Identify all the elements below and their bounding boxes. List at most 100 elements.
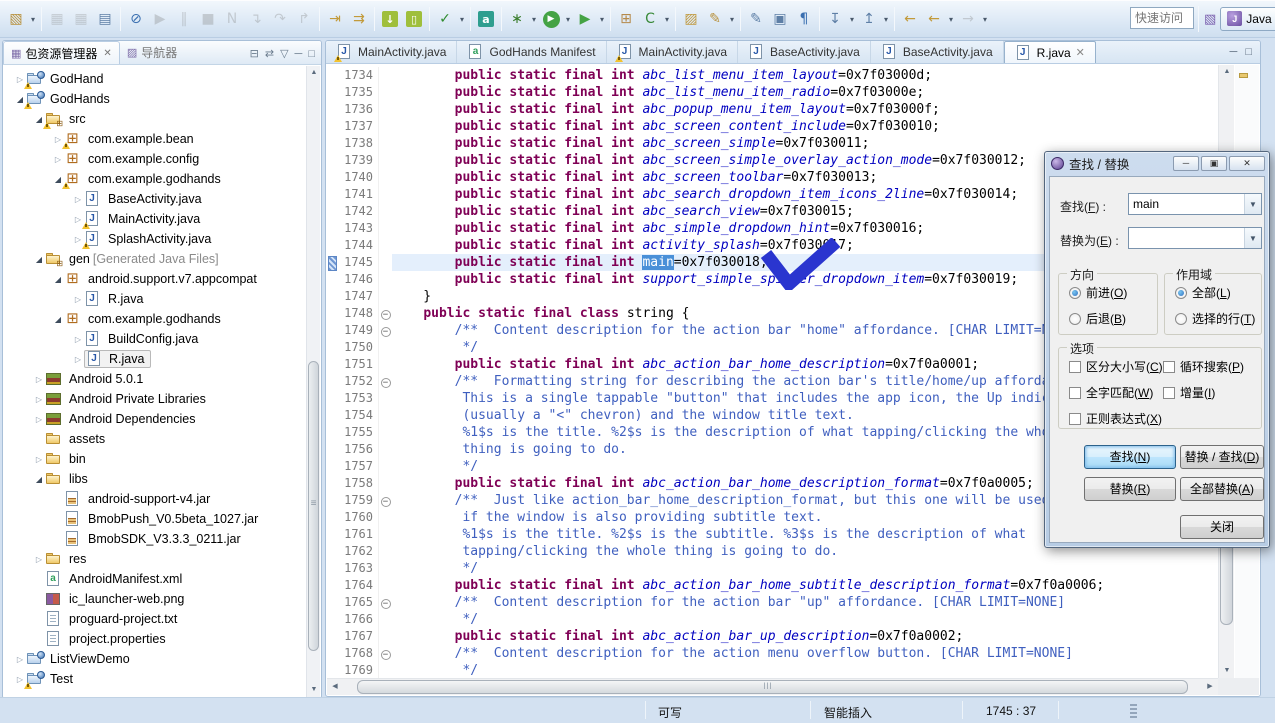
editor-tab-baseactivity-java[interactable]: JBaseActivity.java <box>871 41 1004 63</box>
debug-button[interactable]: ∗ <box>505 7 529 31</box>
use-step-filters-button[interactable]: ⇉ <box>347 7 371 31</box>
code-line-1768[interactable]: 1768− /** Content description for the ac… <box>327 645 1218 662</box>
marker-bar[interactable] <box>327 594 337 611</box>
marker-bar[interactable] <box>327 169 337 186</box>
replace-find-button[interactable]: 替换 / 查找(D) <box>1180 445 1264 469</box>
tree-item-ic-launcher-web-png[interactable]: ic_launcher-web.png <box>4 589 306 609</box>
new-class-button[interactable]: C <box>638 7 662 31</box>
expander-closed-icon[interactable]: ▷ <box>72 295 84 304</box>
debug-dropdown-icon[interactable]: ▾ <box>529 15 539 24</box>
expander-open-icon[interactable]: ◢ <box>52 315 64 324</box>
marker-bar[interactable] <box>327 322 337 339</box>
tree-item-android-5-0-1[interactable]: ▷Android 5.0.1 <box>4 369 306 389</box>
marker-bar[interactable] <box>327 254 337 271</box>
option-checkbox-0[interactable]: 区分大小写(C) <box>1069 358 1163 375</box>
marker-bar[interactable] <box>327 560 337 577</box>
tree-item-test[interactable]: ▷Test <box>4 669 306 689</box>
new-class-dropdown-icon[interactable]: ▾ <box>662 15 672 24</box>
marker-bar[interactable] <box>327 577 337 594</box>
expander-open-icon[interactable]: ◢ <box>33 255 45 264</box>
expander-closed-icon[interactable]: ▷ <box>14 655 26 664</box>
tree-item-godhand[interactable]: ▷GodHand <box>4 69 306 89</box>
new-java-project-button[interactable]: ⊞ <box>614 7 638 31</box>
fold-collapse-icon[interactable]: − <box>379 645 392 662</box>
expander-closed-icon[interactable]: ▷ <box>33 415 45 424</box>
code-line-1769[interactable]: 1769 */ <box>327 662 1218 678</box>
replace-combobox[interactable]: ▼ <box>1128 227 1262 249</box>
replace-button[interactable]: 替换(R) <box>1084 477 1176 501</box>
marker-bar[interactable] <box>327 526 337 543</box>
marker-bar[interactable] <box>327 492 337 509</box>
marker-bar[interactable] <box>327 390 337 407</box>
expander-closed-icon[interactable]: ▷ <box>33 455 45 464</box>
dialog-restore-button[interactable]: ▣ <box>1201 156 1227 171</box>
link-with-editor-icon[interactable]: ⇄ <box>265 47 274 60</box>
code-line-1763[interactable]: 1763 */ <box>327 560 1218 577</box>
show-whitespace-button[interactable]: ¶ <box>792 7 816 31</box>
code-text[interactable]: public static final int abc_list_menu_it… <box>392 67 1218 84</box>
run-android-lint-dropdown-icon[interactable]: ▾ <box>457 15 467 24</box>
editor-tab-baseactivity-java[interactable]: JBaseActivity.java <box>738 41 871 63</box>
android-sdk-manager-button[interactable]: ↓ <box>378 7 402 31</box>
editor-horizontal-scrollbar[interactable]: ◀ ▶ <box>327 678 1218 695</box>
marker-bar[interactable] <box>327 135 337 152</box>
radio-unchecked-icon[interactable] <box>1069 313 1081 325</box>
previous-annotation-dropdown-icon[interactable]: ▾ <box>881 15 891 24</box>
marker-bar[interactable] <box>327 101 337 118</box>
scope-option-0[interactable]: 全部(L) <box>1175 284 1231 301</box>
mark-occurrences-dropdown-icon[interactable]: ▾ <box>727 15 737 24</box>
marker-bar[interactable] <box>327 152 337 169</box>
close-button[interactable]: 关闭 <box>1180 515 1264 539</box>
scope-option-1[interactable]: 选择的行(T) <box>1175 310 1255 327</box>
code-line-1765[interactable]: 1765− /** Content description for the ac… <box>327 594 1218 611</box>
tree-item-buildconfig-java[interactable]: ▷JBuildConfig.java <box>4 329 306 349</box>
code-line-1737[interactable]: 1737 public static final int abc_screen_… <box>327 118 1218 135</box>
marker-bar[interactable] <box>327 441 337 458</box>
marker-bar[interactable] <box>327 356 337 373</box>
new-wizard-button[interactable]: ▧ <box>4 7 28 31</box>
expander-closed-icon[interactable]: ▷ <box>33 375 45 384</box>
scroll-right-icon[interactable]: ▶ <box>1202 679 1218 695</box>
editor-tab-r-java[interactable]: JR.java✕ <box>1004 41 1096 63</box>
option-checkbox-1[interactable]: 循环搜索(P) <box>1163 358 1244 375</box>
code-line-1767[interactable]: 1767 public static final int abc_action_… <box>327 628 1218 645</box>
close-icon[interactable]: ✕ <box>103 48 111 59</box>
option-checkbox-4[interactable]: 正则表达式(X) <box>1069 410 1162 427</box>
code-text[interactable]: */ <box>392 662 1218 678</box>
code-line-1734[interactable]: 1734 public static final int abc_list_me… <box>327 67 1218 84</box>
overview-warning-marker[interactable] <box>1239 73 1248 78</box>
scroll-up-icon[interactable]: ▲ <box>1219 65 1235 79</box>
tree-item-android-private-libraries[interactable]: ▷Android Private Libraries <box>4 389 306 409</box>
forward-button[interactable]: → <box>956 7 980 31</box>
tree-item-r-java[interactable]: ▷JR.java <box>4 349 306 369</box>
scroll-up-icon[interactable]: ▲ <box>307 66 321 80</box>
code-text[interactable]: public static final int abc_popup_menu_i… <box>392 101 1218 118</box>
fold-collapse-icon[interactable]: − <box>379 373 392 390</box>
code-text[interactable]: /** Content description for the action m… <box>392 645 1218 662</box>
forward-dropdown-icon[interactable]: ▾ <box>980 15 990 24</box>
marker-bar[interactable] <box>327 339 337 356</box>
expander-closed-icon[interactable]: ▷ <box>33 395 45 404</box>
tree-item-mainactivity-java[interactable]: ▷JMainActivity.java <box>4 209 306 229</box>
find-button[interactable]: 查找(N) <box>1084 445 1176 469</box>
radio-checked-icon[interactable] <box>1175 287 1187 299</box>
tree-item-bin[interactable]: ▷bin <box>4 449 306 469</box>
fold-collapse-icon[interactable]: − <box>379 594 392 611</box>
sidebar-scrollbar[interactable]: ▲ ▼ <box>306 66 320 697</box>
tree-item-android-support-v7-appcompat[interactable]: ◢⊞android.support.v7.appcompat <box>4 269 306 289</box>
new-android-project-button[interactable]: a <box>474 7 498 31</box>
run-button[interactable]: ▶ <box>539 7 563 31</box>
expander-closed-icon[interactable]: ▷ <box>52 155 64 164</box>
editor-tab-godhands-manifest[interactable]: aGodHands Manifest <box>457 41 606 63</box>
maximize-icon[interactable]: □ <box>308 48 315 60</box>
tree-item-listviewdemo[interactable]: ▷ListViewDemo <box>4 649 306 669</box>
disconnect-button[interactable]: N <box>220 7 244 31</box>
view-menu-icon[interactable]: ▽ <box>280 47 288 60</box>
tree-item-com-example-bean[interactable]: ▷⊞com.example.bean <box>4 129 306 149</box>
resume-button[interactable]: ▶ <box>148 7 172 31</box>
tree-item-android-support-v4-jar[interactable]: android-support-v4.jar <box>4 489 306 509</box>
tree-item-project-properties[interactable]: project.properties <box>4 629 306 649</box>
marker-bar[interactable] <box>327 424 337 441</box>
marker-bar[interactable] <box>327 645 337 662</box>
next-annotation-dropdown-icon[interactable]: ▾ <box>847 15 857 24</box>
